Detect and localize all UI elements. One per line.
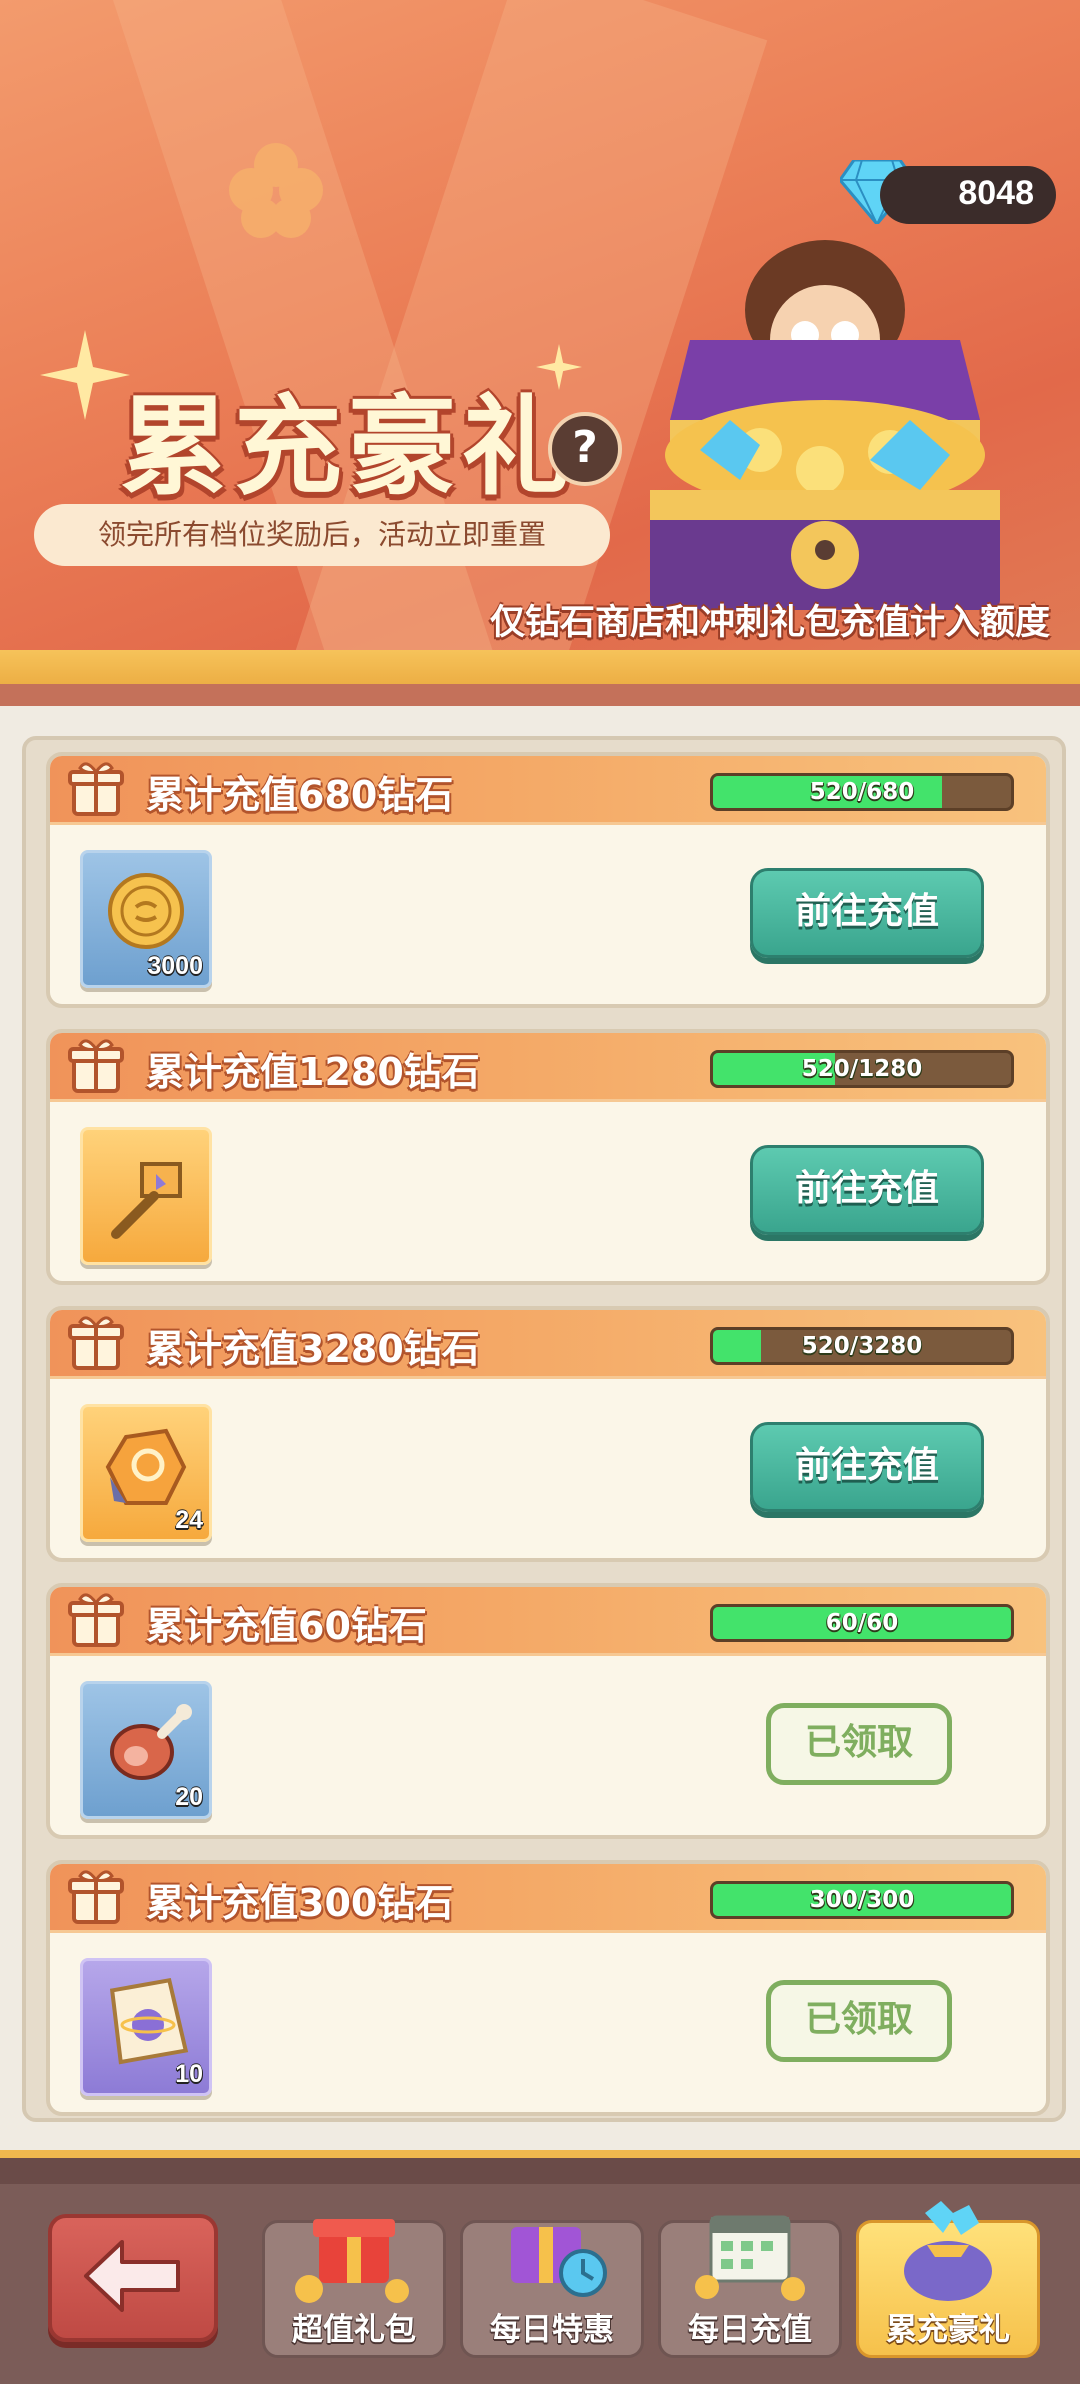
reward-count: 24 — [175, 1506, 203, 1534]
sparkle-icon — [40, 330, 130, 420]
progress-bar: 520/680 — [710, 773, 1014, 811]
gold-coin-icon — [108, 873, 184, 949]
progress-bar: 520/1280 — [710, 1050, 1014, 1088]
progress-label: 520/680 — [809, 779, 915, 805]
gift-icon — [68, 1316, 124, 1370]
tier-header: 累计充值300钻石 300/300 — [50, 1864, 1046, 1933]
tier-title: 累计充值60钻石 — [146, 1604, 427, 1648]
recharge-notice: 仅钻石商店和冲刺礼包充值计入额度 — [489, 603, 1050, 643]
tier-list[interactable]: 累计充值680钻石 520/680 3000 前往充值 累计充值1280钻石 5… — [22, 736, 1066, 2122]
gift-icon — [68, 1593, 124, 1647]
tier-card: 累计充值3280钻石 520/3280 24 前往充值 — [46, 1306, 1050, 1562]
arrow-left-icon — [84, 2240, 180, 2312]
tier-header: 累计充值680钻石 520/680 — [50, 756, 1046, 825]
tier-card: 累计充值680钻石 520/680 3000 前往充值 — [46, 752, 1050, 1008]
help-button[interactable]: ? — [548, 412, 622, 486]
tier-title: 累计充值680钻石 — [146, 773, 454, 817]
reward-item[interactable]: 3000 — [80, 850, 212, 988]
progress-label: 520/1280 — [801, 1056, 923, 1082]
reward-item[interactable]: 20 — [80, 1681, 212, 1819]
gift-icon — [68, 1870, 124, 1924]
progress-label: 520/3280 — [801, 1333, 923, 1359]
tier-title: 累计充值1280钻石 — [146, 1050, 480, 1094]
go-recharge-button[interactable]: 前往充值 — [750, 1422, 984, 1512]
calendar-coins-icon — [695, 2215, 805, 2301]
hammer-icon — [111, 1162, 182, 1239]
back-button[interactable] — [48, 2214, 218, 2342]
diamond-bag-icon — [904, 2201, 992, 2301]
tier-header: 累计充值60钻石 60/60 — [50, 1587, 1046, 1656]
tab-label: 累充豪礼 — [886, 2312, 1010, 2348]
progress-label: 60/60 — [825, 1610, 899, 1636]
tab-daily-deal[interactable]: 每日特惠 — [460, 2220, 644, 2358]
claimed-button: 已领取 — [766, 1980, 952, 2062]
diamond-balance: 8048 — [880, 166, 1056, 224]
tier-card: 累计充值300钻石 300/300 10 已领取 — [46, 1860, 1050, 2116]
diamond-balance-value: 8048 — [958, 174, 1034, 212]
tier-title: 累计充值300钻石 — [146, 1881, 454, 1925]
gift-coins-icon — [295, 2219, 409, 2303]
reward-item[interactable]: 24 — [80, 1404, 212, 1542]
bottom-nav: 超值礼包 每日特惠 每日充值 累充豪礼 — [0, 2150, 1080, 2384]
tab-label: 每日特惠 — [490, 2312, 614, 2348]
crystal-ore-icon — [105, 1428, 187, 1505]
tier-card: 累计充值1280钻石 520/1280 前往充值 — [46, 1029, 1050, 1285]
meat-icon — [110, 1704, 192, 1780]
progress-label: 300/300 — [809, 1887, 915, 1913]
tier-header: 累计充值1280钻石 520/1280 — [50, 1033, 1046, 1102]
tier-card: 累计充值60钻石 60/60 20 已领取 — [46, 1583, 1050, 1839]
progress-bar: 300/300 — [710, 1881, 1014, 1919]
nav-trim — [0, 2158, 1080, 2184]
tab-cumulative-recharge[interactable]: 累充豪礼 — [856, 2201, 1040, 2358]
flower-icon — [229, 143, 323, 238]
tab-daily-recharge[interactable]: 每日充值 — [658, 2215, 842, 2358]
tier-header: 累计充值3280钻石 520/3280 — [50, 1310, 1046, 1379]
event-title: 累充豪礼 — [120, 385, 577, 510]
integral-card-icon — [109, 1978, 189, 2065]
reward-count: 20 — [175, 1783, 203, 1811]
reward-item[interactable]: 10 — [80, 1958, 212, 2096]
claimed-button: 已领取 — [766, 1703, 952, 1785]
divider-shadow — [0, 684, 1080, 706]
progress-bar: 60/60 — [710, 1604, 1014, 1642]
go-recharge-button[interactable]: 前往充值 — [750, 868, 984, 958]
gift-icon — [68, 1039, 124, 1093]
tab-value-pack[interactable]: 超值礼包 — [262, 2219, 446, 2358]
tab-label: 每日充值 — [688, 2312, 812, 2348]
gift-icon — [68, 762, 124, 816]
tab-label: 超值礼包 — [292, 2312, 416, 2348]
reward-count: 10 — [175, 2060, 203, 2088]
reward-count: 3000 — [147, 952, 203, 980]
reset-info: 领完所有档位奖励后，活动立即重置 — [34, 504, 610, 566]
go-recharge-button[interactable]: 前往充值 — [750, 1145, 984, 1235]
tier-title: 累计充值3280钻石 — [146, 1327, 480, 1371]
reward-item[interactable] — [80, 1127, 212, 1265]
gift-clock-icon — [511, 2227, 607, 2297]
progress-bar: 520/3280 — [710, 1327, 1014, 1365]
